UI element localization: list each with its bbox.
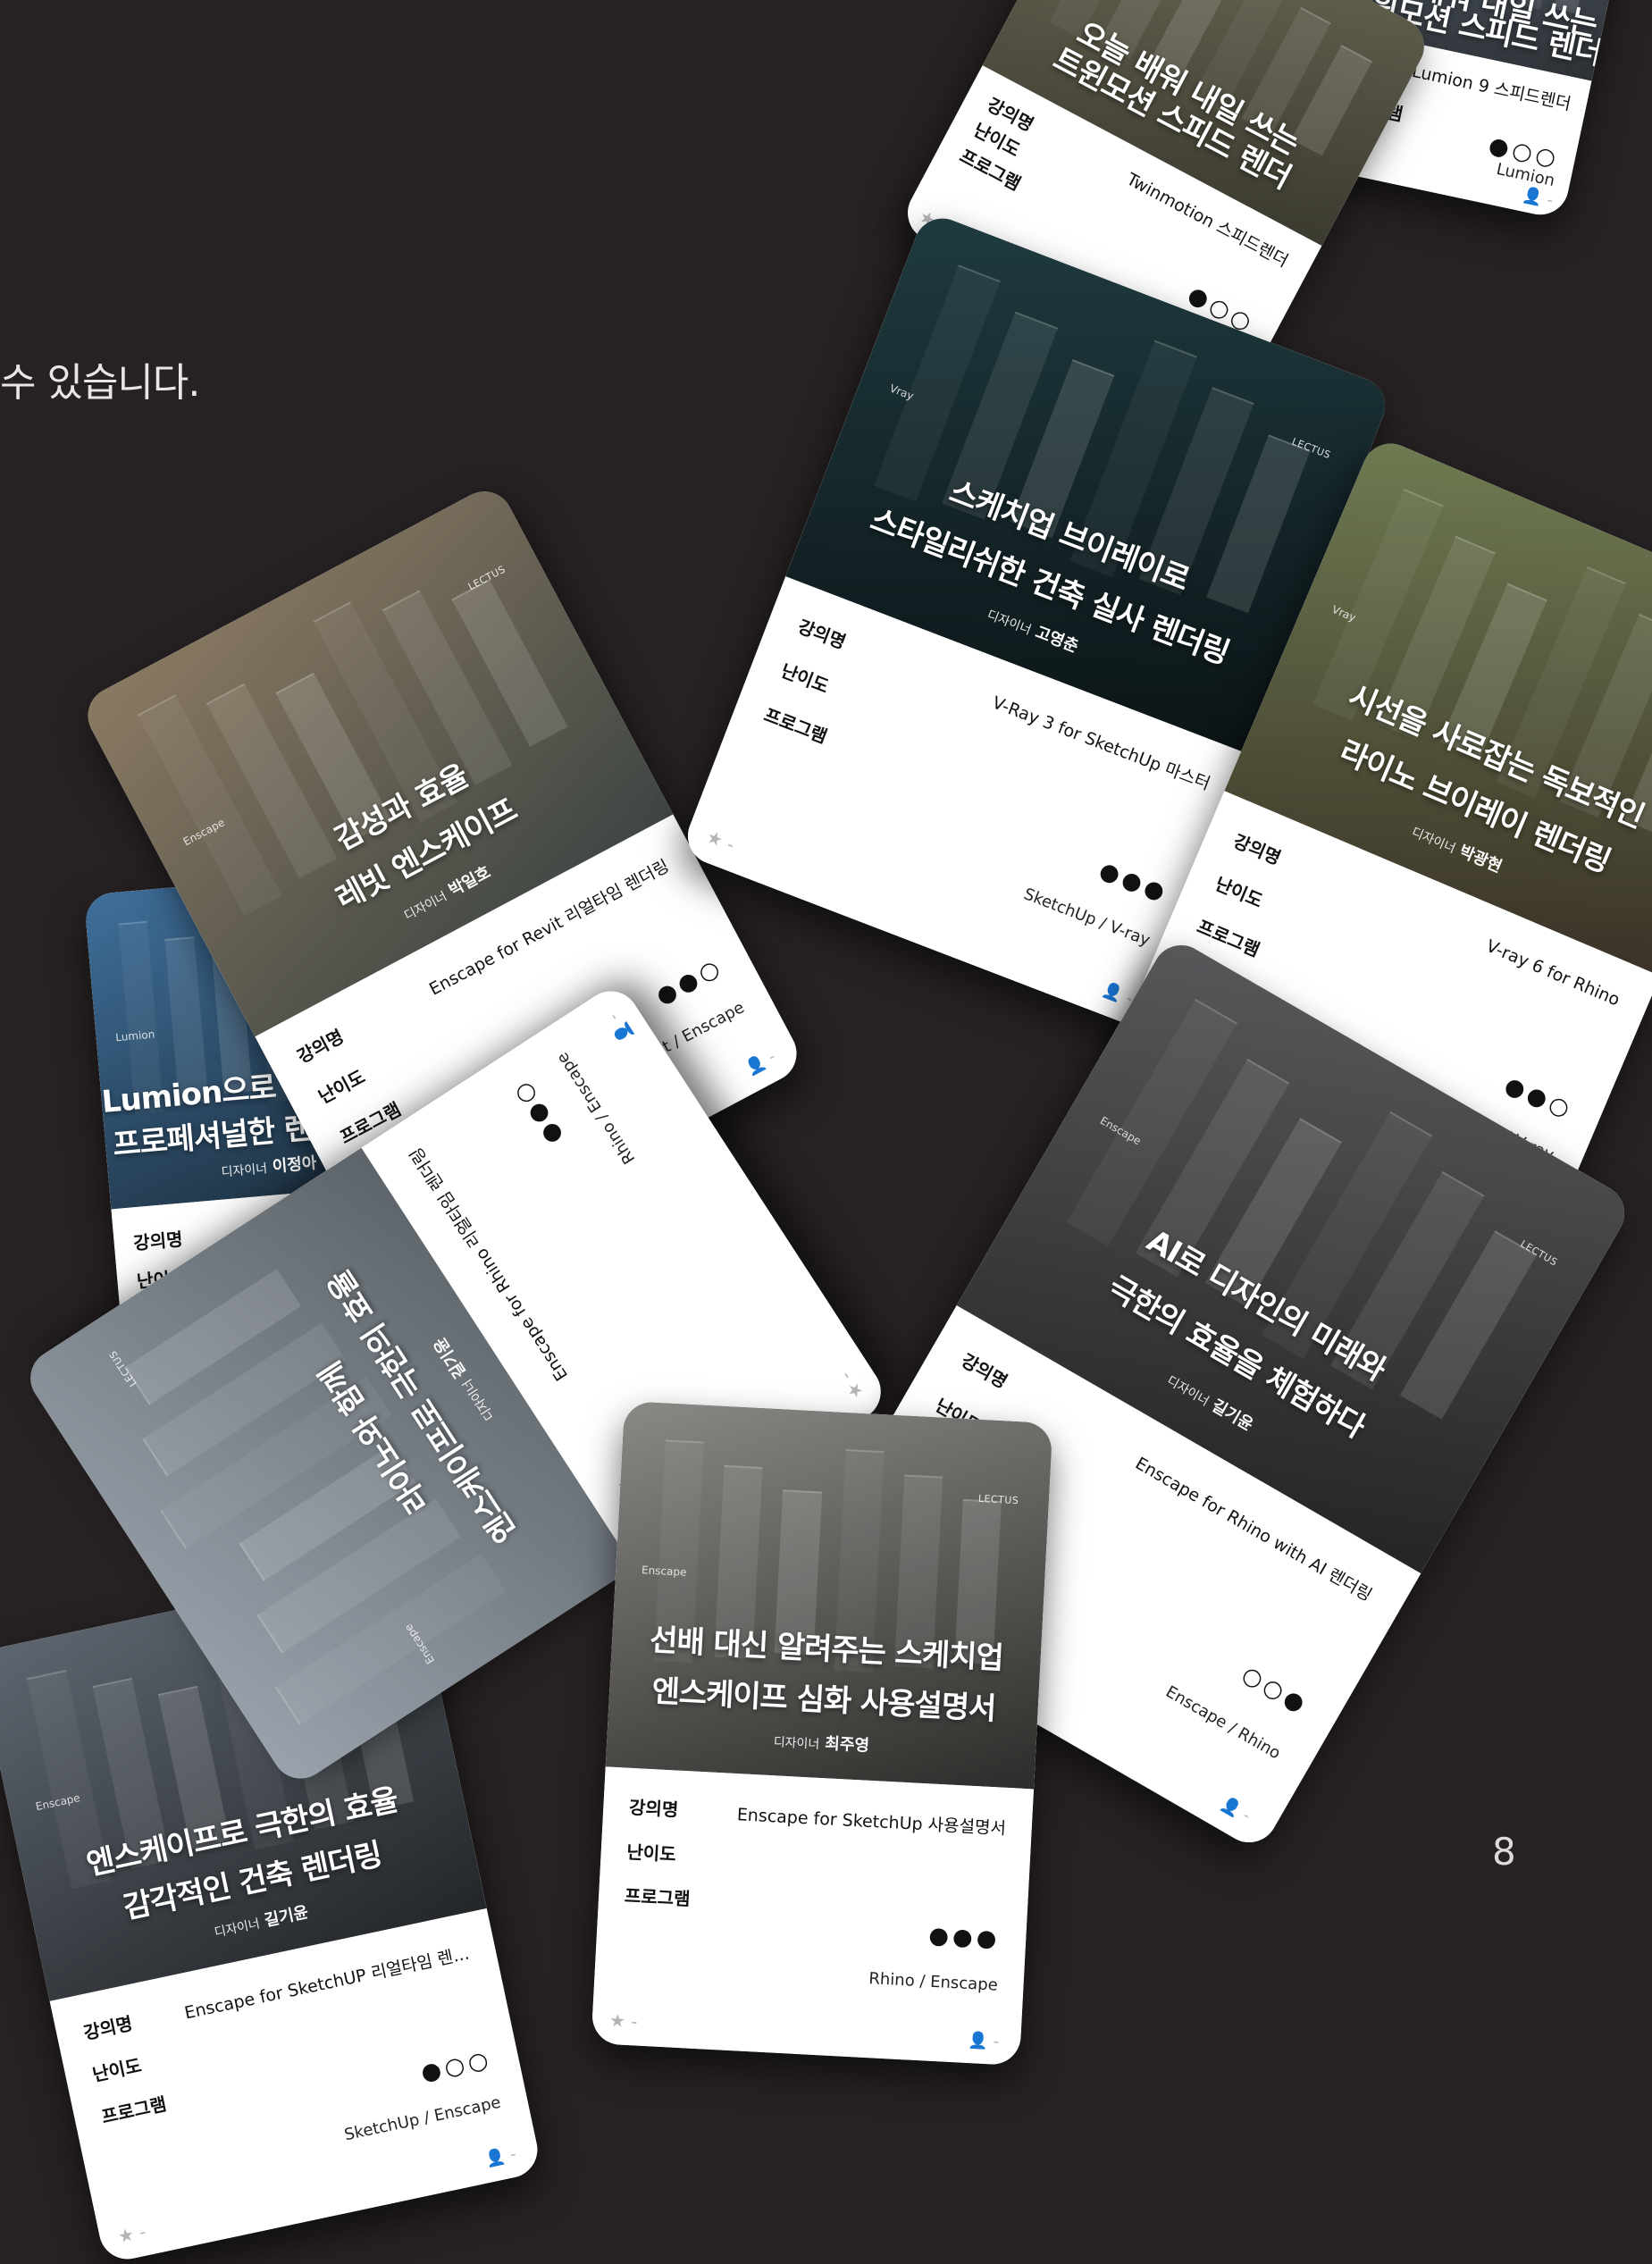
program-names: Rhino / Enscape bbox=[552, 1049, 640, 1168]
user-icon: 👤 - bbox=[968, 2030, 1000, 2051]
program-label: 프로그램 bbox=[624, 1885, 692, 1910]
program-names: SketchUp / Enscape bbox=[342, 2092, 503, 2145]
star-icon[interactable]: ★ - bbox=[608, 2009, 638, 2033]
designer-label: 디자이너 bbox=[401, 889, 450, 924]
program-label: 프로그램 bbox=[760, 703, 831, 748]
course-card-sketchup-manual[interactable]: Enscape LECTUS 선배 대신 알려주는 스케치업 엔스케이프 심화 사용설… bbox=[591, 1400, 1053, 2067]
lecture-label: 강의명 bbox=[81, 2012, 135, 2044]
star-icon[interactable]: ★ - bbox=[116, 2220, 148, 2247]
lecture-label: 강의명 bbox=[132, 1228, 184, 1254]
star-icon[interactable]: ★ - bbox=[703, 826, 737, 856]
designer-label: 디자이너 bbox=[221, 1161, 268, 1181]
program-names: Rhino / Enscape bbox=[868, 1969, 999, 1995]
designer-name: 최주영 bbox=[824, 1734, 870, 1756]
program-label: 프로그램 bbox=[99, 2092, 169, 2128]
level-label: 난이도 bbox=[90, 2054, 144, 2086]
page-number: 8 bbox=[1492, 1830, 1516, 1874]
lecture-label: 강의명 bbox=[293, 1026, 348, 1069]
card-info: 강의명난이도프로그램 Enscape for SketchUp 사용설명서 ●●● R… bbox=[591, 1766, 1035, 2067]
program-tag: Enscape bbox=[641, 1563, 687, 1579]
designer-name: 고영춘 bbox=[1032, 623, 1081, 657]
designer-label: 디자이너 bbox=[213, 1916, 262, 1941]
designer-name: 이정아 bbox=[272, 1153, 318, 1178]
star-icon[interactable]: ★ - bbox=[834, 1368, 868, 1404]
level-label: 난이도 bbox=[314, 1066, 369, 1109]
level-dots: ●●● bbox=[1094, 857, 1172, 909]
lecture-label: 강의명 bbox=[1230, 829, 1285, 869]
lecture-label: 강의명 bbox=[957, 1349, 1011, 1393]
course-name: Enscape for SketchUp 사용설명서 bbox=[736, 1805, 1007, 1840]
card-thumbnail: Enscape LECTUS 선배 대신 알려주는 스케치업 엔스케이프 심화 사용설… bbox=[605, 1400, 1053, 1790]
user-icon: 👤 - bbox=[604, 1010, 637, 1046]
level-dots: ●●○ bbox=[507, 1074, 568, 1150]
designer-name: 길기윤 bbox=[263, 1902, 311, 1931]
designer-name: 길기윤 bbox=[1208, 1396, 1257, 1435]
lecture-label: 강의명 bbox=[628, 1797, 679, 1821]
level-dots: ○○● bbox=[1237, 1661, 1312, 1721]
designer-label: 디자이너 bbox=[1164, 1373, 1212, 1409]
level-dots: ●●○ bbox=[1500, 1071, 1578, 1125]
level-dots: ●○○ bbox=[418, 2045, 494, 2087]
lectus-logo: LECTUS bbox=[977, 1492, 1019, 1507]
user-icon: 👤 - bbox=[742, 1047, 779, 1078]
level-label: 난이도 bbox=[1212, 872, 1266, 912]
user-icon: 👤 - bbox=[1217, 1793, 1254, 1826]
level-dots: ●●● bbox=[927, 1922, 1002, 1953]
program-tag: Vray bbox=[887, 382, 916, 403]
designer-label: 디자이너 bbox=[773, 1735, 820, 1752]
level-label: 난이도 bbox=[777, 659, 833, 698]
designer-label: 디자이너 bbox=[1409, 825, 1458, 857]
designer-name: 박일호 bbox=[445, 862, 494, 901]
intro-text: 수 있습니다. bbox=[0, 360, 200, 406]
designer-name: 박광현 bbox=[1456, 842, 1505, 877]
designer-label: 디자이너 bbox=[985, 608, 1034, 638]
designer-name: 길기윤 bbox=[430, 1334, 471, 1382]
lecture-label: 강의명 bbox=[794, 615, 850, 653]
designer-label: 디자이너 bbox=[460, 1376, 498, 1423]
user-icon: 👤 - bbox=[483, 2144, 518, 2170]
level-label: 난이도 bbox=[625, 1841, 677, 1866]
level-dots: ●●○ bbox=[651, 952, 727, 1010]
